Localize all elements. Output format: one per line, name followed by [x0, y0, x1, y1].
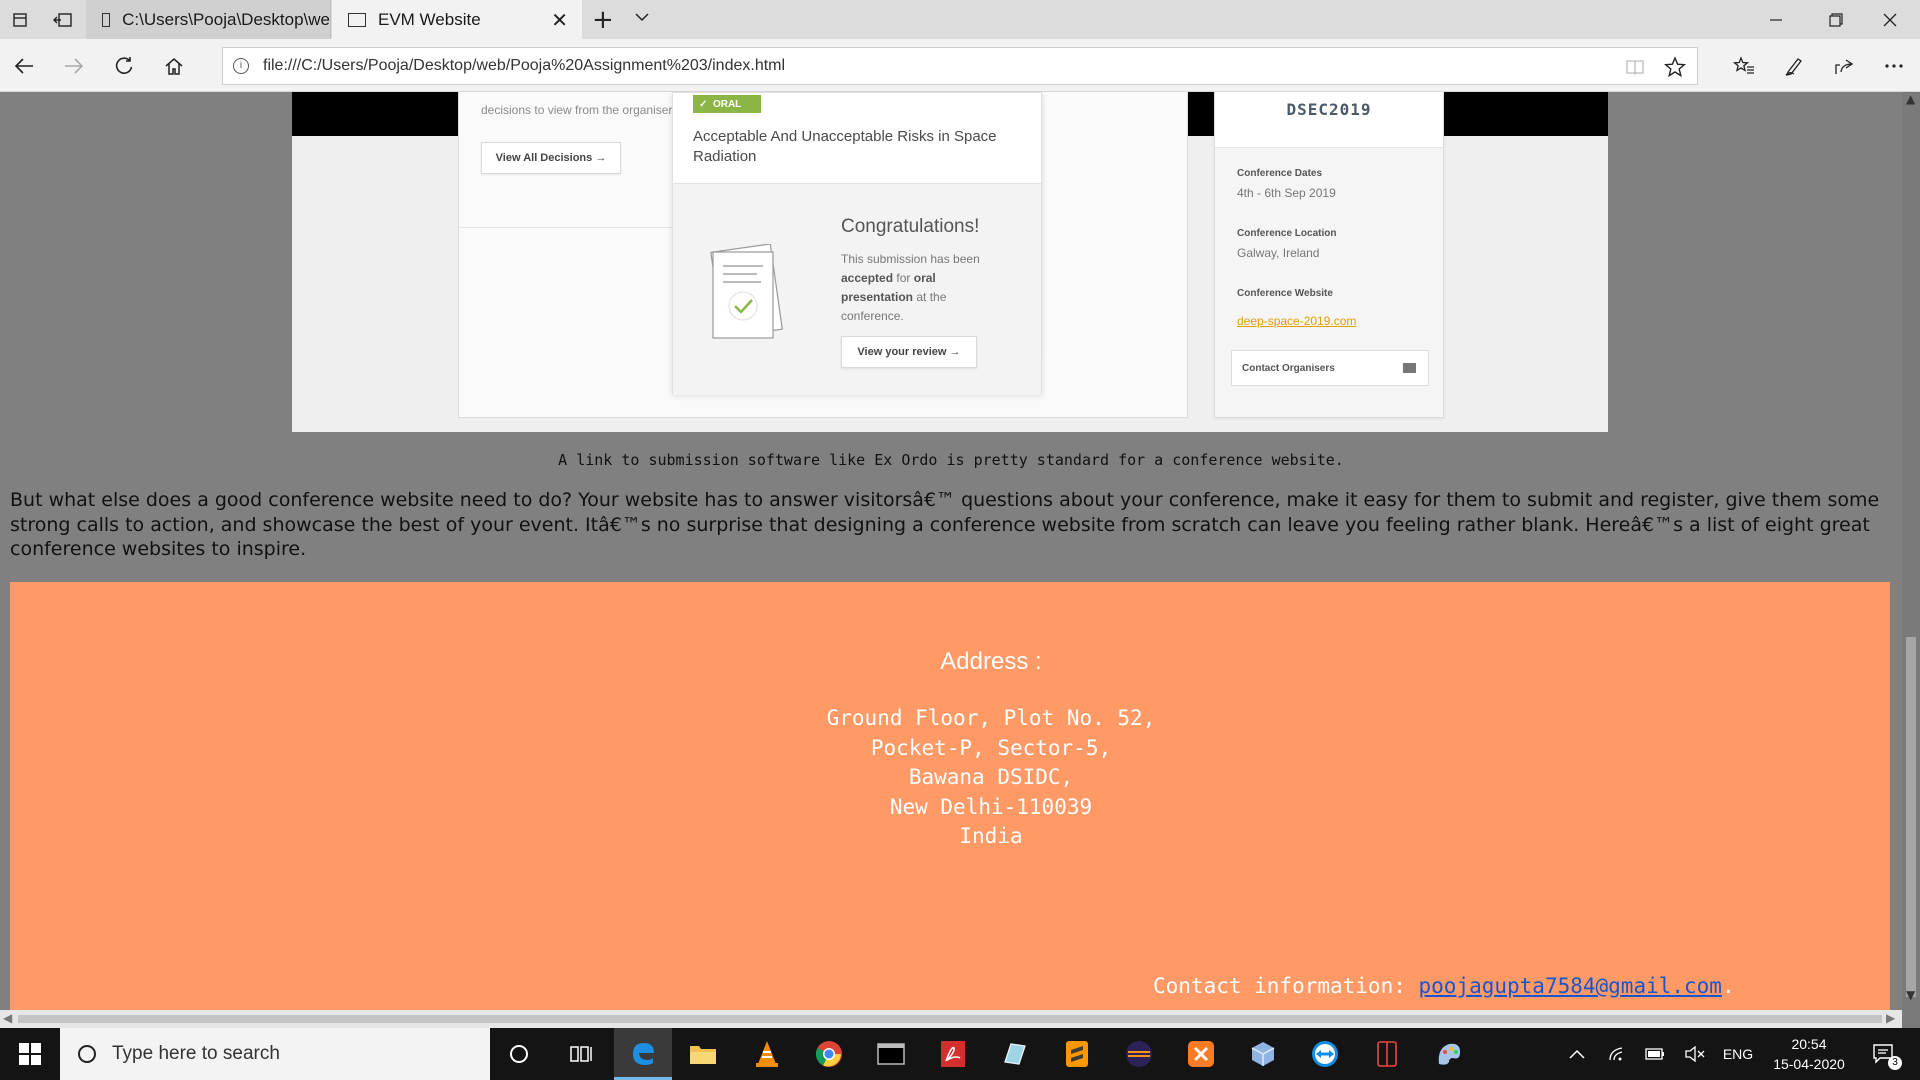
web-note-icon[interactable]	[1774, 46, 1814, 86]
favorite-star-icon[interactable]	[1655, 48, 1695, 86]
page-icon	[102, 12, 111, 27]
xampp-icon[interactable]	[1172, 1028, 1230, 1080]
back-button[interactable]	[4, 46, 44, 86]
refresh-button[interactable]	[104, 46, 144, 86]
language-indicator[interactable]: ENG	[1718, 1028, 1758, 1080]
restore-button[interactable]	[1806, 0, 1866, 39]
tab-evm-website[interactable]: EVM Website ✕	[332, 0, 582, 39]
windows-taskbar: Type here to search ENG 20:54 15-04-2020…	[0, 1028, 1920, 1080]
scroll-up-icon[interactable]: ▲	[1906, 92, 1915, 106]
search-placeholder: Type here to search	[112, 1043, 280, 1064]
edge-browser-icon[interactable]	[614, 1028, 672, 1080]
horizontal-scrollbar[interactable]: ◀ ▶	[0, 1010, 1902, 1028]
phone-app-icon[interactable]	[1358, 1028, 1416, 1080]
minimize-button[interactable]	[1746, 0, 1806, 39]
terminal-icon[interactable]	[862, 1028, 920, 1080]
vertical-scrollbar[interactable]: ▲ ▼	[1902, 92, 1920, 1010]
congratulations-heading: Congratulations!	[841, 216, 980, 237]
address-block: Ground Floor, Plot No. 52, Pocket-P, Sec…	[10, 704, 1902, 852]
conference-title: DSEC2019	[1215, 92, 1443, 148]
chevron-down-icon[interactable]	[634, 9, 650, 29]
url-text[interactable]: file:///C:/Users/Pooja/Desktop/web/Pooja…	[263, 57, 785, 75]
home-button[interactable]	[154, 46, 194, 86]
submission-card: ✓ ORAL Acceptable And Unacceptable Risks…	[672, 92, 1042, 395]
vlc-icon[interactable]	[738, 1028, 796, 1080]
conference-info-panel: DSEC2019 Conference Dates 4th - 6th Sep …	[1214, 92, 1444, 418]
notifications-icon[interactable]: 3	[1864, 1028, 1904, 1080]
favorites-icon[interactable]	[1724, 46, 1764, 86]
address-line: India	[959, 824, 1023, 848]
view-your-review-button: View your review →	[841, 336, 977, 368]
address-line: Ground Floor, Plot No. 52,	[826, 706, 1156, 730]
congratulations-message: This submission has been accepted for or…	[841, 252, 980, 323]
oral-badge: ✓ ORAL	[693, 95, 761, 113]
decisions-text: decisions to view from the organisers.	[481, 103, 682, 117]
scroll-right-icon[interactable]: ▶	[1886, 1011, 1895, 1025]
view-all-decisions-button: View All Decisions →	[481, 142, 621, 174]
footer-address-section: Address : Ground Floor, Plot No. 52, Poc…	[10, 582, 1890, 1010]
3d-cube-icon[interactable]	[1234, 1028, 1292, 1080]
address-line: Bawana DSIDC,	[908, 765, 1074, 789]
scroll-left-icon[interactable]: ◀	[3, 1011, 12, 1025]
taskbar-search-box[interactable]: Type here to search	[60, 1028, 490, 1080]
new-tab-icon[interactable]: +	[592, 5, 614, 35]
scrollbar-thumb[interactable]	[1906, 637, 1916, 997]
acrobat-reader-icon[interactable]	[924, 1028, 982, 1080]
mail-icon	[1403, 363, 1416, 373]
battery-icon[interactable]	[1640, 1028, 1670, 1080]
cortana-icon[interactable]	[490, 1028, 548, 1080]
sublime-text-icon[interactable]	[1048, 1028, 1106, 1080]
clock-date: 15-04-2020	[1773, 1056, 1845, 1072]
task-view-icon[interactable]	[552, 1028, 610, 1080]
web-page: decisions to view from the organisers. V…	[0, 92, 1902, 1010]
forward-button[interactable]	[54, 46, 94, 86]
eclipse-icon[interactable]	[1110, 1028, 1168, 1080]
reading-view-icon[interactable]	[1615, 48, 1655, 86]
share-icon[interactable]	[1824, 46, 1864, 86]
tab-label: EVM Website	[378, 9, 481, 29]
browser-tab-bar: C:\Users\Pooja\Desktop\we EVM Website ✕ …	[0, 0, 1920, 39]
volume-muted-icon[interactable]	[1680, 1028, 1710, 1080]
more-options-icon[interactable]	[1874, 46, 1914, 86]
clock-time: 20:54	[1791, 1036, 1827, 1052]
tab-label: C:\Users\Pooja\Desktop\we	[122, 9, 330, 29]
address-heading: Address :	[940, 648, 1042, 675]
paint-3d-icon[interactable]	[1420, 1028, 1478, 1080]
tab-actions-icon[interactable]	[0, 0, 42, 39]
document-check-icon	[710, 244, 783, 339]
chrome-icon[interactable]	[800, 1028, 858, 1080]
ex-ordo-screenshot-image: decisions to view from the organisers. V…	[292, 92, 1608, 432]
notepad-icon[interactable]	[986, 1028, 1044, 1080]
scroll-down-icon[interactable]: ▼	[1906, 988, 1915, 1002]
set-tabs-aside-icon[interactable]	[42, 0, 84, 39]
close-tab-icon[interactable]: ✕	[551, 8, 568, 33]
contact-organisers-button: Contact Organisers	[1231, 350, 1429, 386]
file-explorer-icon[interactable]	[674, 1028, 732, 1080]
contact-email-link[interactable]: poojagupta7584@gmail.com	[1419, 974, 1722, 998]
contact-information: Contact information: poojagupta7584@gmai…	[1153, 974, 1735, 998]
notification-count-badge: 3	[1888, 1056, 1902, 1070]
show-hidden-icons-icon[interactable]	[1562, 1028, 1592, 1080]
page-icon	[348, 12, 366, 27]
wifi-icon[interactable]	[1602, 1028, 1632, 1080]
search-icon	[78, 1045, 96, 1063]
info-icon[interactable]: i	[233, 58, 249, 74]
intro-paragraph: But what else does a good conference web…	[10, 489, 1880, 560]
close-window-button[interactable]	[1860, 0, 1920, 39]
image-caption: A link to submission software like Ex Or…	[558, 451, 1344, 469]
system-clock[interactable]: 20:54 15-04-2020	[1766, 1034, 1852, 1074]
address-line: New Delhi-110039	[889, 794, 1093, 819]
address-bar[interactable]: i file:///C:/Users/Pooja/Desktop/web/Poo…	[222, 47, 1698, 85]
address-line: Pocket-P, Sector-5,	[870, 735, 1112, 760]
windows-start-icon[interactable]	[0, 1028, 60, 1080]
submission-title: Acceptable And Unacceptable Risks in Spa…	[693, 128, 997, 165]
browser-toolbar: i file:///C:/Users/Pooja/Desktop/web/Poo…	[0, 39, 1920, 92]
teamviewer-icon[interactable]	[1296, 1028, 1354, 1080]
decisions-panel: decisions to view from the organisers. V…	[458, 92, 1188, 418]
tab-file-explorer[interactable]: C:\Users\Pooja\Desktop\we	[86, 0, 331, 39]
scrollbar-thumb[interactable]	[18, 1015, 1882, 1023]
